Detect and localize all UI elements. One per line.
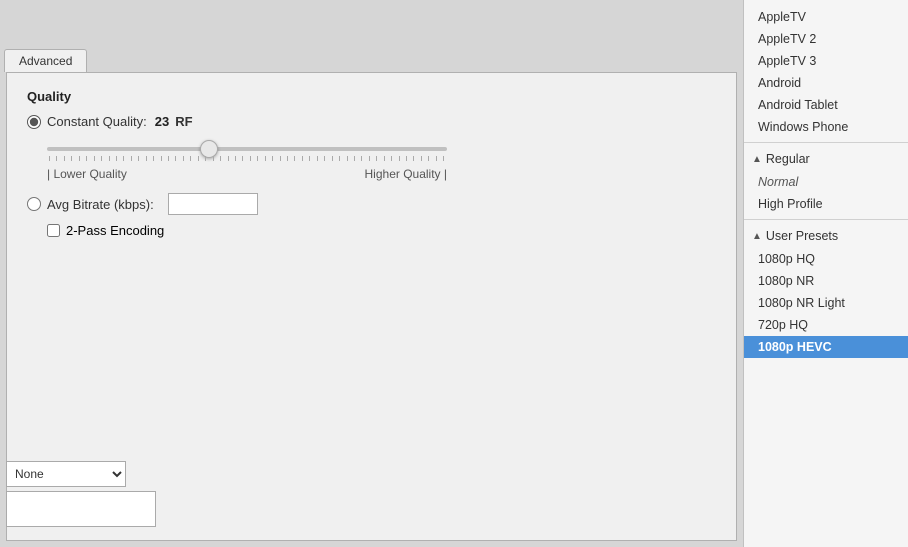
user-presets-chevron: ▲ — [752, 231, 762, 242]
preset-appletv[interactable]: AppleTV — [744, 6, 908, 28]
higher-quality-label: Higher Quality | — [365, 167, 447, 181]
preset-720p-hq[interactable]: 720p HQ — [744, 314, 908, 336]
regular-group-label: Regular — [766, 152, 810, 166]
two-pass-checkbox[interactable] — [47, 224, 60, 237]
preset-appletv2[interactable]: AppleTV 2 — [744, 28, 908, 50]
dropdown-area: None — [6, 461, 126, 487]
user-presets-group-label: User Presets — [766, 229, 838, 243]
constant-quality-row: Constant Quality: 23 RF — [27, 114, 716, 129]
preset-appletv3[interactable]: AppleTV 3 — [744, 50, 908, 72]
avg-bitrate-radio[interactable] — [27, 197, 41, 211]
advanced-tab-label: Advanced — [19, 54, 72, 68]
divider-user — [744, 219, 908, 220]
quality-section: Quality Constant Quality: 23 RF — [27, 89, 716, 238]
two-pass-row: 2-Pass Encoding — [47, 223, 716, 238]
quality-labels: | Lower Quality Higher Quality | — [47, 167, 447, 181]
advanced-tab[interactable]: Advanced — [4, 49, 87, 72]
text-input-below[interactable] — [6, 491, 156, 527]
avg-bitrate-row: Avg Bitrate (kbps): — [27, 193, 716, 215]
preset-windows-phone[interactable]: Windows Phone — [744, 116, 908, 138]
avg-bitrate-input[interactable] — [168, 193, 258, 215]
preset-android-tablet[interactable]: Android Tablet — [744, 94, 908, 116]
none-dropdown[interactable]: None — [6, 461, 126, 487]
preset-1080p-hq[interactable]: 1080p HQ — [744, 248, 908, 270]
preset-normal[interactable]: Normal — [744, 171, 908, 193]
preset-1080p-nr-light[interactable]: 1080p NR Light — [744, 292, 908, 314]
user-presets-group-header[interactable]: ▲ User Presets — [744, 224, 908, 248]
regular-group-header[interactable]: ▲ Regular — [744, 147, 908, 171]
preset-1080p-hevc[interactable]: 1080p HEVC — [744, 336, 908, 358]
quality-slider-container — [47, 139, 447, 161]
divider-regular — [744, 142, 908, 143]
lower-quality-label: | Lower Quality — [47, 167, 127, 181]
tab-bar: Advanced — [0, 0, 743, 72]
constant-quality-radio[interactable] — [27, 115, 41, 129]
rf-unit: RF — [175, 114, 192, 129]
avg-bitrate-label: Avg Bitrate (kbps): — [47, 197, 154, 212]
preset-android[interactable]: Android — [744, 72, 908, 94]
rf-value: 23 — [155, 114, 169, 129]
preset-high-profile[interactable]: High Profile — [744, 193, 908, 215]
constant-quality-label: Constant Quality: — [47, 114, 147, 129]
two-pass-label: 2-Pass Encoding — [66, 223, 164, 238]
left-panel: Advanced Quality Constant Quality: 23 RF — [0, 0, 743, 547]
quality-section-title: Quality — [27, 89, 716, 104]
quality-slider[interactable] — [47, 147, 447, 151]
preset-1080p-nr[interactable]: 1080p NR — [744, 270, 908, 292]
right-panel: AppleTV AppleTV 2 AppleTV 3 Android Andr… — [743, 0, 908, 547]
regular-chevron: ▲ — [752, 154, 762, 165]
